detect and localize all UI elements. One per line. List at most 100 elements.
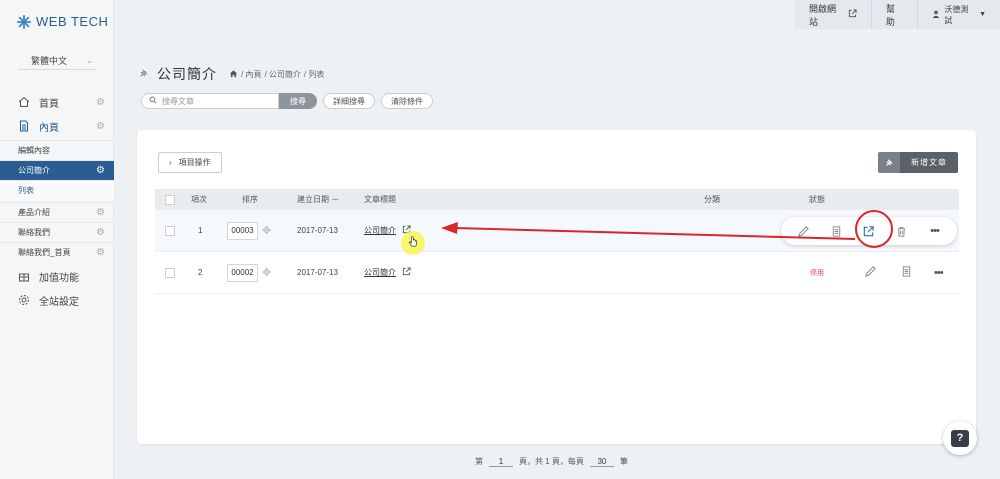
trash-icon[interactable] — [893, 222, 911, 240]
pager-prefix: 第 — [475, 457, 483, 466]
sidebar-item-company-intro[interactable]: 公司簡介 ⚙ — [0, 160, 114, 180]
row-checkbox[interactable] — [165, 267, 175, 278]
gear-icon[interactable]: ⚙ — [96, 165, 105, 176]
clear-filters-button[interactable]: 清除條件 — [381, 93, 433, 109]
search-icon — [149, 96, 157, 106]
breadcrumb-item[interactable]: / 公司簡介 — [264, 69, 300, 80]
page-title: 公司簡介 — [157, 66, 217, 82]
sidebar: WEB TECH 繁體中文 ⌄ 首頁 ⚙ 內頁 ⚙ 編輯內容 公司簡介 ⚙ 列表… — [0, 0, 114, 479]
pencil-icon[interactable] — [794, 222, 812, 240]
search-row: 搜尋文章 搜尋 詳細搜尋 清除條件 — [141, 93, 433, 109]
status-badge: 停用 — [810, 269, 824, 277]
pager-suffix: 筆 — [619, 457, 628, 466]
user-name: 沃德測試 — [944, 4, 969, 25]
sidebar-item-label: 首頁 — [39, 98, 59, 110]
language-select[interactable]: 繁體中文 ⌄ — [18, 52, 96, 70]
search-button[interactable]: 搜尋 — [279, 93, 317, 109]
caret-down-icon: ▼ — [979, 11, 986, 18]
copy-icon[interactable] — [827, 222, 845, 240]
home-icon[interactable] — [229, 69, 238, 80]
annotation-circle — [855, 210, 893, 248]
question-icon: ? — [951, 429, 969, 447]
copy-icon[interactable] — [900, 265, 913, 280]
gear-icon[interactable]: ⚙ — [96, 247, 105, 258]
row-checkbox[interactable] — [165, 225, 175, 236]
sidebar-item-label: 全站設定 — [39, 296, 79, 308]
help-fab[interactable]: ? — [943, 421, 977, 455]
order-field: 00002 ✥ — [227, 263, 271, 282]
order-field: 00003 ✥ — [227, 221, 271, 240]
move-icon[interactable]: ✥ — [262, 266, 271, 279]
per-page-input[interactable]: 30 — [589, 457, 614, 467]
sidebar-item-label: 聯絡我們 — [18, 228, 50, 237]
more-icon[interactable]: ••• — [934, 267, 944, 279]
user-icon — [932, 10, 940, 20]
gear-icon[interactable]: ⚙ — [96, 227, 105, 238]
sidebar-item-label: 公司簡介 — [18, 166, 50, 175]
row-date: 2017-07-13 — [297, 268, 338, 277]
topbar: 開啟網站 幫助 沃德測試 ▼ — [795, 0, 1000, 29]
search-input[interactable]: 搜尋文章 — [141, 93, 279, 109]
order-input[interactable]: 00002 — [227, 263, 258, 282]
project-ops-label: 項目操作 — [178, 158, 211, 167]
col-date[interactable]: 建立日期 － — [297, 194, 339, 205]
page-icon — [18, 120, 30, 132]
advanced-search-button[interactable]: 詳細搜尋 — [323, 93, 375, 109]
sidebar-item-label: 加值功能 — [39, 272, 79, 284]
table-row[interactable]: 2 00002 ✥ 2017-07-13 公司簡介 停用 ••• — [155, 252, 959, 294]
hand-cursor-icon — [408, 236, 418, 250]
pagination: 第 1 頁，共 1 頁，每頁 30 筆 — [475, 456, 628, 467]
snowflake-icon — [17, 14, 31, 29]
sidebar-item-contact-home[interactable]: 聯絡我們_首頁 ⚙ — [0, 242, 114, 262]
content-card: › 項目操作 新增文章 項次 排序 建立日期 － 文章標題 分類 狀態 1 00… — [137, 130, 976, 444]
col-status: 狀態 — [809, 195, 825, 204]
external-link-icon[interactable] — [402, 267, 411, 278]
brand-name: WEB TECH — [36, 14, 109, 29]
brand-logo[interactable]: WEB TECH — [17, 14, 108, 29]
search-placeholder: 搜尋文章 — [162, 96, 194, 106]
pin-icon — [138, 68, 149, 81]
sidebar-item-home[interactable]: 首頁 ⚙ — [0, 91, 114, 113]
open-site-label: 開啟網站 — [809, 3, 837, 27]
row-index: 1 — [198, 226, 203, 235]
table-row[interactable]: 1 00003 ✥ 2017-07-13 公司簡介 ••• — [155, 210, 959, 252]
row-title-link[interactable]: 公司簡介 — [364, 267, 411, 278]
sidebar-item-edit-content[interactable]: 編輯內容 — [0, 140, 114, 160]
help-button[interactable]: 幫助 — [870, 0, 918, 29]
gear-icon[interactable]: ⚙ — [96, 97, 105, 108]
new-article-button[interactable]: 新增文章 — [878, 152, 958, 173]
project-ops-button[interactable]: › 項目操作 — [158, 152, 222, 173]
sidebar-item-pages[interactable]: 內頁 ⚙ — [0, 115, 114, 137]
user-menu[interactable]: 沃德測試 ▼ — [917, 0, 1000, 29]
pencil-icon[interactable] — [864, 265, 877, 280]
page-input[interactable]: 1 — [489, 457, 513, 467]
sidebar-item-list[interactable]: 列表 — [0, 180, 114, 200]
row-index: 2 — [198, 268, 203, 277]
gear-icon — [18, 294, 30, 306]
more-icon[interactable]: ••• — [926, 222, 944, 240]
col-title: 文章標題 — [364, 195, 396, 204]
sidebar-item-label: 編輯內容 — [18, 146, 50, 155]
col-order[interactable]: 排序 — [242, 194, 258, 205]
sidebar-item-products[interactable]: 產品介紹 ⚙ — [0, 202, 114, 222]
open-site-button[interactable]: 開啟網站 — [795, 0, 871, 29]
gear-icon[interactable]: ⚙ — [96, 207, 105, 218]
sidebar-item-site-settings[interactable]: 全站設定 — [0, 289, 114, 311]
order-input[interactable]: 00003 — [227, 221, 258, 240]
sidebar-item-contact[interactable]: 聯絡我們 ⚙ — [0, 222, 114, 242]
breadcrumb-item[interactable]: / 內頁 — [241, 69, 261, 80]
chevron-right-icon: › — [169, 158, 172, 167]
col-category: 分類 — [704, 195, 720, 204]
sidebar-item-addons[interactable]: 加值功能 — [0, 265, 114, 287]
col-index: 項次 — [191, 195, 207, 204]
table-header: 項次 排序 建立日期 － 文章標題 分類 狀態 — [155, 189, 959, 210]
gear-icon[interactable]: ⚙ — [96, 121, 105, 132]
article-table: 項次 排序 建立日期 － 文章標題 分類 狀態 1 00003 ✥ 2017-0… — [155, 189, 959, 294]
new-article-label: 新增文章 — [900, 152, 958, 173]
sidebar-item-label: 聯絡我們_首頁 — [18, 248, 71, 257]
row-date: 2017-07-13 — [297, 226, 338, 235]
move-icon[interactable]: ✥ — [262, 224, 271, 237]
sidebar-item-label: 內頁 — [39, 122, 59, 134]
select-all-checkbox[interactable] — [165, 194, 175, 205]
language-value: 繁體中文 — [31, 56, 68, 66]
